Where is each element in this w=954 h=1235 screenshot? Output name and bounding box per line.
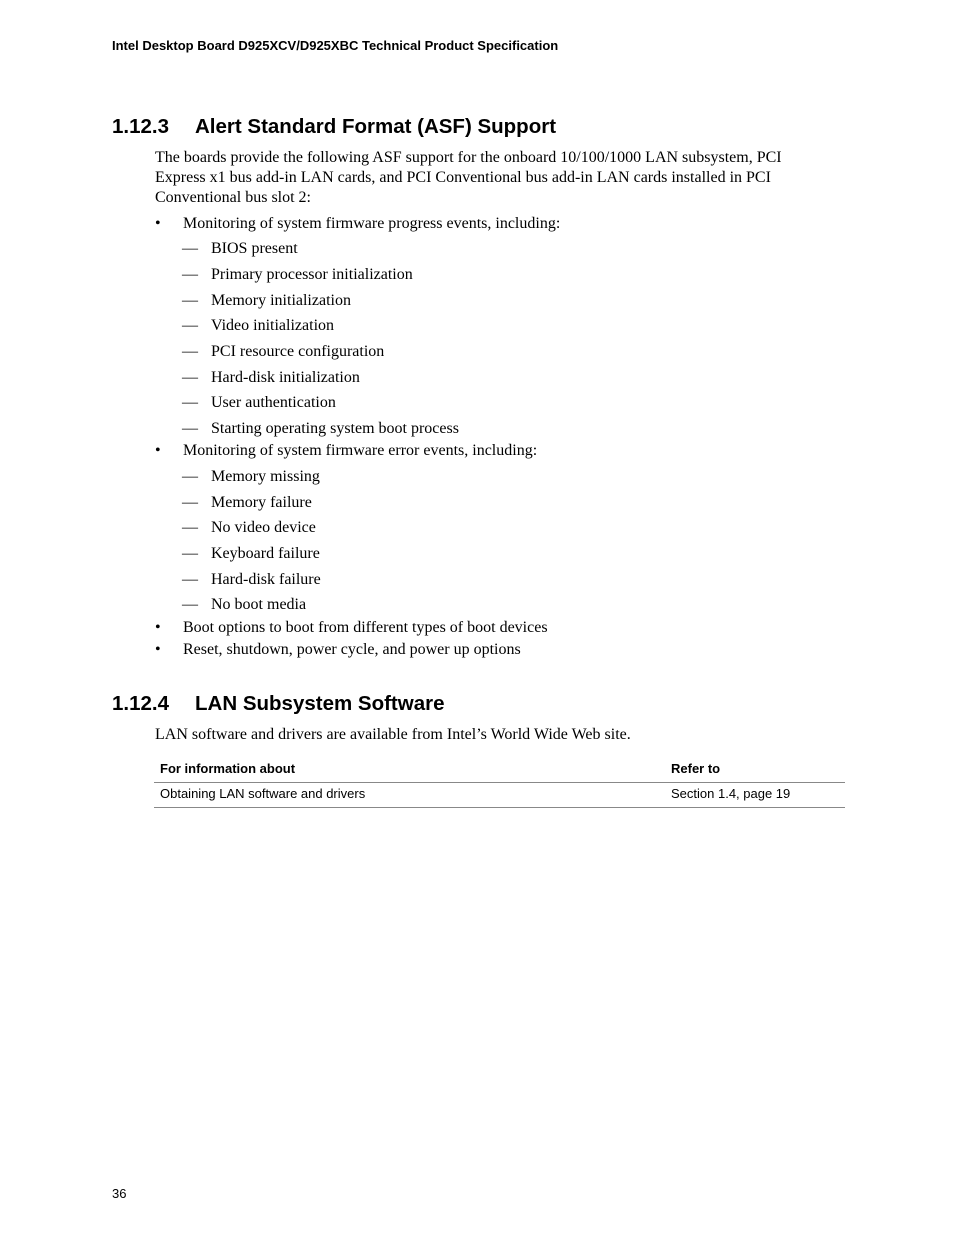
- sub-item: User authentication: [211, 394, 336, 411]
- dash-icon: —: [182, 468, 198, 485]
- reference-table: For information about Refer to Obtaining…: [154, 758, 845, 808]
- section-heading-lan: 1.12.4 LAN Subsystem Software: [112, 692, 444, 716]
- bullet-item: Monitoring of system firmware progress e…: [183, 215, 561, 232]
- table-header-cell: Refer to: [671, 761, 721, 776]
- sub-item: BIOS present: [211, 240, 298, 257]
- section-number: 1.12.4: [112, 692, 169, 715]
- table-header-cell: For information about: [160, 761, 296, 776]
- intro-line: The boards provide the following ASF sup…: [155, 149, 782, 166]
- dash-icon: —: [182, 240, 198, 257]
- sub-item: No video device: [211, 519, 316, 536]
- dash-icon: —: [182, 596, 198, 613]
- sub-item: Primary processor initialization: [211, 266, 413, 283]
- bullet-icon: •: [155, 215, 161, 232]
- sub-item: PCI resource configuration: [211, 343, 385, 360]
- dash-icon: —: [182, 317, 198, 334]
- sub-item: Keyboard failure: [211, 545, 320, 562]
- intro-line: Express x1 bus add-in LAN cards, and PCI…: [155, 169, 771, 186]
- table-cell: Section 1.4, page 19: [671, 786, 791, 801]
- sub-item: Memory initialization: [211, 292, 351, 309]
- dash-icon: —: [182, 519, 198, 536]
- bullet-item: Boot options to boot from different type…: [183, 619, 548, 636]
- table-cell: Obtaining LAN software and drivers: [160, 786, 366, 801]
- bullet-item: Reset, shutdown, power cycle, and power …: [183, 641, 521, 658]
- bullet-item: Monitoring of system firmware error even…: [183, 442, 538, 459]
- dash-icon: —: [182, 266, 198, 283]
- sub-item: No boot media: [211, 596, 307, 613]
- dash-icon: —: [182, 494, 198, 511]
- sub-item: Memory failure: [211, 494, 312, 511]
- lan-intro: LAN software and drivers are available f…: [155, 726, 631, 743]
- table-row: Obtaining LAN software and drivers Secti…: [154, 783, 845, 808]
- running-header: Intel Desktop Board D925XCV/D925XBC Tech…: [112, 38, 559, 53]
- dash-icon: —: [182, 420, 198, 437]
- section-heading-asf: 1.12.3 Alert Standard Format (ASF) Suppor…: [112, 115, 556, 139]
- sub-item: Hard-disk initialization: [211, 369, 360, 386]
- section-number: 1.12.3: [112, 115, 169, 138]
- bullet-icon: •: [155, 641, 161, 658]
- page-number: 36: [112, 1186, 127, 1201]
- bullet-icon: •: [155, 619, 161, 636]
- sub-item: Video initialization: [211, 317, 335, 334]
- intro-line: Conventional bus slot 2:: [155, 189, 311, 206]
- sub-item: Memory missing: [211, 468, 320, 485]
- dash-icon: —: [182, 394, 198, 411]
- sub-item: Starting operating system boot process: [211, 420, 459, 437]
- dash-icon: —: [182, 369, 198, 386]
- section-title: Alert Standard Format (ASF) Support: [195, 115, 557, 138]
- dash-icon: —: [182, 343, 198, 360]
- dash-icon: —: [182, 292, 198, 309]
- section-title: LAN Subsystem Software: [195, 692, 445, 715]
- dash-icon: —: [182, 571, 198, 588]
- bullet-icon: •: [155, 442, 161, 459]
- dash-icon: —: [182, 545, 198, 562]
- table-header-row: For information about Refer to: [154, 758, 845, 783]
- sub-item: Hard-disk failure: [211, 571, 321, 588]
